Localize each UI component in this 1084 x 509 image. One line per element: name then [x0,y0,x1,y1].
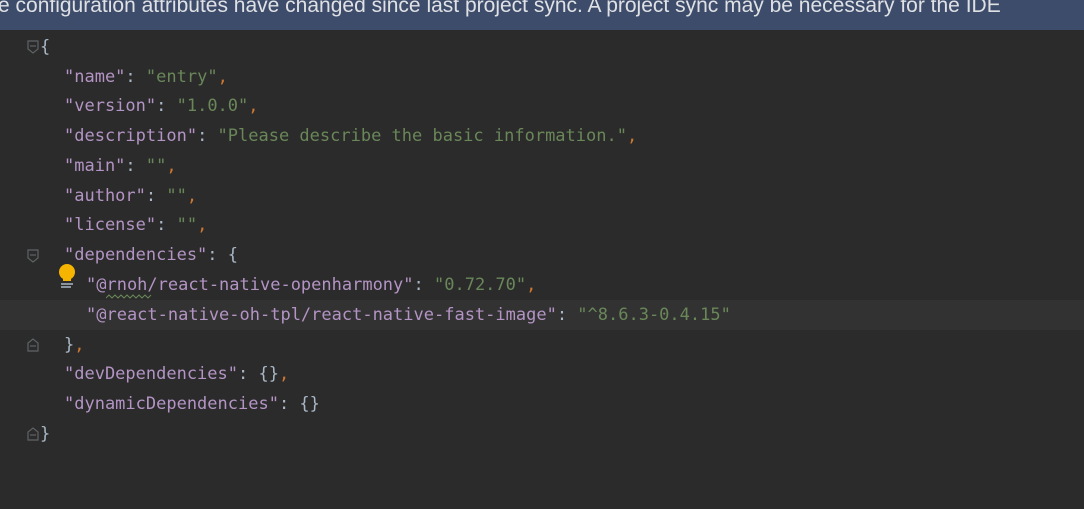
json-colon: : [145,186,167,206]
json-entry: "description": "Please describe the basi… [64,121,637,151]
json-entry: "dependencies": { [64,240,238,270]
code-editor[interactable]: { "name": "entry", "version": "1.0.0", "… [0,30,1084,462]
sync-notification-banner[interactable]: e configuration attributes have changed … [0,0,1084,30]
json-value: { [227,245,239,265]
json-key: "author" [64,186,146,206]
json-key: "dependencies" [64,245,208,265]
banner-text: e configuration attributes have changed … [0,0,1001,17]
lightbulb-icon[interactable] [56,262,78,290]
json-value: "" [145,156,167,176]
json-entry: "@rnoh/react-native-openharmony": "0.72.… [86,270,536,300]
code-line[interactable]: "description": "Please describe the basi… [0,121,1084,151]
json-key: "description" [64,126,198,146]
open-brace: { [40,37,51,57]
json-comma: , [278,364,290,384]
json-colon: : [156,96,177,116]
json-comma: , [526,275,537,295]
code-line[interactable]: "main": "", [0,151,1084,181]
code-line[interactable]: "license": "", [0,210,1084,240]
json-entry: "version": "1.0.0", [64,91,259,121]
code-line[interactable]: "devDependencies": {}, [0,359,1084,389]
json-entry: "author": "", [64,181,197,211]
json-comma: , [74,335,85,355]
json-comma: , [248,96,259,116]
json-colon: : [207,245,228,265]
close-brace: } [40,424,51,444]
json-comma: , [217,67,228,87]
json-colon: : [156,215,177,235]
fold-marker-icon[interactable] [27,427,39,441]
json-value: "" [166,186,187,206]
json-colon: : [125,67,146,87]
json-value: {} [299,394,320,414]
json-key: "license" [64,215,157,235]
json-comma: , [186,186,198,206]
json-value: "0.72.70" [434,275,527,295]
fold-marker-icon[interactable] [27,338,39,352]
json-key: "name" [64,67,126,87]
json-colon: : [278,394,300,414]
json-entry: "@react-native-oh-tpl/react-native-fast-… [86,300,731,330]
code-line[interactable]: }, [0,330,1084,360]
fold-marker-icon[interactable] [27,249,39,263]
json-comma: , [197,215,208,235]
code-line[interactable]: { [0,32,1084,62]
fold-marker-icon[interactable] [27,40,39,54]
code-line[interactable]: "dependencies": { [0,240,1084,270]
json-key: "main" [64,156,126,176]
json-entry: }, [64,330,85,360]
json-entry: "license": "", [64,210,207,240]
code-line[interactable]: "version": "1.0.0", [0,91,1084,121]
json-entry: "name": "entry", [64,62,228,92]
json-value: "Please describe the basic information." [217,126,627,146]
code-line[interactable]: "@rnoh/react-native-openharmony": "0.72.… [0,270,1084,300]
json-value: {} [258,364,279,384]
json-key: "devDependencies" [64,364,238,384]
close-brace: } [64,335,75,355]
json-value: "entry" [145,67,218,87]
json-colon: : [197,126,218,146]
json-entry: "dynamicDependencies": {} [64,389,320,419]
json-colon: : [238,364,259,384]
json-value: "^8.6.3-0.4.15" [577,305,731,325]
json-key: "@react-native-oh-tpl/react-native-fast-… [86,305,557,325]
json-key: "version" [64,96,157,116]
json-colon: : [556,305,578,325]
json-value: "1.0.0" [176,96,249,116]
json-key: "@rnoh/react-native-openharmony" [86,275,414,295]
code-line-current[interactable]: "@react-native-oh-tpl/react-native-fast-… [0,300,1084,330]
code-line[interactable]: "name": "entry", [0,62,1084,92]
json-comma: , [166,156,177,176]
json-entry: "devDependencies": {}, [64,359,289,389]
spellcheck-squiggle [106,294,152,299]
json-colon: : [125,156,146,176]
json-key: "dynamicDependencies" [64,394,279,414]
code-line[interactable]: } [0,419,1084,449]
code-line[interactable]: "author": "", [0,181,1084,211]
json-value: "" [176,215,198,235]
json-colon: : [413,275,434,295]
json-entry: "main": "", [64,151,177,181]
code-line[interactable]: "dynamicDependencies": {} [0,389,1084,419]
json-comma: , [626,126,638,146]
